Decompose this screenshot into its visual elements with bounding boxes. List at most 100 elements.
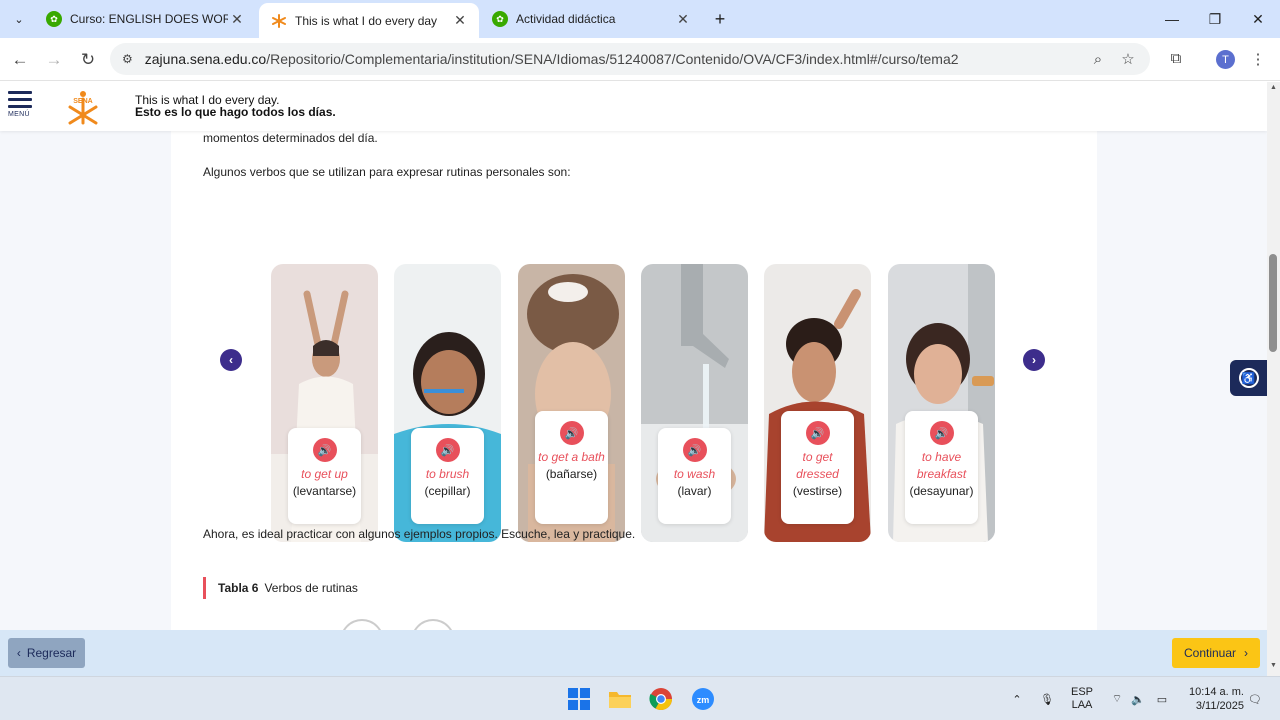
battery-icon[interactable]: ▭: [1152, 677, 1172, 720]
more-menu-icon[interactable]: ⋮: [1247, 48, 1269, 70]
verb-card-brush: 🔊 to brush (cepillar): [394, 264, 501, 542]
zoom-icon[interactable]: ⌕: [1087, 48, 1109, 70]
tab-title: Curso: ENGLISH DOES WORK -: [70, 12, 228, 26]
close-icon[interactable]: ✕: [228, 11, 246, 28]
verb-card-breakfast: 🔊 to have breakfast (desayunar): [888, 264, 995, 542]
back-label: Regresar: [26, 646, 77, 660]
verb-label: 🔊 to brush (cepillar): [411, 428, 484, 524]
sena-favicon-icon: ✿: [492, 11, 508, 27]
clock[interactable]: 10:14 a. m. 3/11/2025: [1180, 677, 1244, 720]
tray-chevron-up-icon[interactable]: ⌃: [1008, 677, 1026, 720]
continue-button[interactable]: Continuar ›: [1172, 638, 1260, 668]
address-bar[interactable]: ⚙ zajuna.sena.edu.co/Repositorio/Complem…: [110, 43, 1150, 75]
plus-icon: +: [714, 9, 726, 29]
table-label: Tabla 6: [218, 581, 259, 595]
speaker-icon[interactable]: 🔊: [929, 421, 954, 445]
scroll-up-icon[interactable]: ▲: [1267, 84, 1280, 96]
reload-icon: ↻: [80, 50, 96, 69]
reload-button[interactable]: ↻: [74, 46, 102, 74]
restore-button[interactable]: ❐: [1193, 0, 1237, 38]
forward-button[interactable]: →: [40, 46, 68, 74]
url-text[interactable]: zajuna.sena.edu.co/Repositorio/Complemen…: [145, 51, 959, 67]
new-tab-button[interactable]: +: [709, 8, 731, 30]
verb-english: to get up: [301, 467, 348, 481]
scrollbar-thumb[interactable]: [1269, 254, 1277, 352]
browser-toolbar: ← → ↻ ⚙ zajuna.sena.edu.co/Repositorio/C…: [0, 38, 1280, 81]
chrome-icon[interactable]: [648, 686, 674, 712]
tab-curso[interactable]: ✿ Curso: ENGLISH DOES WORK - ✕: [34, 0, 256, 38]
bookmark-star-icon[interactable]: ☆: [1117, 48, 1139, 70]
volume-icon[interactable]: 🔈: [1129, 677, 1147, 720]
sena-logo: SENA: [68, 91, 98, 125]
tab-actividad[interactable]: ✿ Actividad didáctica ✕: [480, 0, 702, 38]
verb-spanish: (levantarse): [292, 484, 357, 498]
verb-spanish: (bañarse): [545, 467, 598, 481]
verb-label: 🔊 to wash (lavar): [658, 428, 731, 524]
arrow-left-icon: ←: [11, 50, 29, 69]
page-scrollbar[interactable]: [1267, 82, 1280, 676]
verb-spanish: (cepillar): [424, 484, 471, 498]
arrow-right-icon: →: [45, 50, 63, 69]
restore-icon: ❐: [1208, 10, 1222, 27]
verb-spanish: (desayunar): [909, 484, 974, 498]
sena-logo-favicon-icon: [272, 13, 286, 28]
minimize-icon: —: [1165, 11, 1179, 27]
extensions-icon[interactable]: ⧉: [1165, 47, 1187, 69]
zoom-app-icon[interactable]: zm: [690, 686, 716, 712]
wifi-icon[interactable]: ⌔: [1108, 677, 1126, 720]
back-button[interactable]: ←: [6, 46, 34, 74]
verb-label: 🔊 to get up (levantarse): [288, 428, 361, 524]
menu-label: MENÚ: [8, 111, 30, 118]
hamburger-bar: [8, 105, 32, 108]
hamburger-icon: [8, 91, 32, 94]
verb-card-dressed: 🔊 to get dressed (vestirse): [764, 264, 871, 542]
windows-start-icon[interactable]: [566, 686, 592, 712]
carousel-next-button[interactable]: ›: [1023, 349, 1045, 371]
tab-title: This is what I do every day: [295, 13, 438, 28]
paragraph-practice: Ahora, es ideal practicar con algunos ej…: [203, 527, 636, 541]
clock-illustration: [411, 619, 455, 630]
speaker-icon[interactable]: 🔊: [312, 438, 337, 462]
menu-button[interactable]: MENÚ: [8, 91, 32, 118]
accessibility-icon: ♿: [1238, 368, 1259, 388]
clock-illustration: [340, 619, 384, 630]
accessibility-button[interactable]: ♿: [1230, 360, 1267, 396]
file-explorer-icon[interactable]: [607, 686, 633, 712]
verb-card-wash: 🔊 to wash (lavar): [641, 264, 748, 542]
page-viewport: MENÚ SENA This is what I do every day. E…: [0, 82, 1267, 630]
microphone-icon[interactable]: 🎙: [1036, 677, 1058, 720]
minimize-button[interactable]: —: [1150, 0, 1194, 38]
tab-this-is-what-i-do[interactable]: This is what I do every day ✕: [259, 3, 479, 38]
paragraph-top: momentos determinados del día.: [203, 131, 378, 145]
verb-card-bath: 🔊 to get a bath (bañarse): [518, 264, 625, 542]
verb-english: to get a bath: [538, 450, 605, 464]
header-subtitle: Esto es lo que hago todos los días.: [135, 105, 336, 119]
verb-spanish: (vestirse): [792, 484, 843, 498]
sena-favicon-icon: ✿: [46, 11, 62, 27]
back-course-button[interactable]: ‹ Regresar: [8, 638, 85, 668]
speaker-icon[interactable]: 🔊: [435, 438, 460, 462]
url-host: zajuna.sena.edu.co: [144, 51, 267, 67]
speaker-icon[interactable]: 🔊: [805, 421, 830, 445]
site-info-icon[interactable]: ⚙: [122, 52, 133, 66]
verb-english: to have breakfast: [916, 450, 967, 481]
verb-label: 🔊 to have breakfast (desayunar): [905, 411, 978, 524]
chevron-right-icon: ›: [1244, 646, 1249, 660]
verb-english: to brush: [425, 467, 470, 481]
profile-avatar[interactable]: T: [1216, 50, 1235, 69]
carousel-prev-button[interactable]: ‹: [220, 349, 242, 371]
notifications-icon[interactable]: 🗨: [1246, 677, 1264, 720]
tab-search-button[interactable]: ⌄: [6, 7, 32, 31]
close-icon[interactable]: ✕: [451, 12, 469, 29]
hamburger-bar: [8, 98, 32, 101]
close-icon[interactable]: ✕: [674, 11, 692, 28]
continue-label: Continuar: [1183, 646, 1237, 660]
speaker-icon[interactable]: 🔊: [682, 438, 707, 462]
chevron-right-icon: ›: [1032, 353, 1036, 367]
window-close-button[interactable]: ✕: [1236, 0, 1280, 38]
windows-taskbar: zm ⌃ 🎙 ESP LAA ⌔ 🔈 ▭ 10:14 a. m. 3/11/20…: [0, 676, 1280, 720]
input-language[interactable]: ESP LAA: [1066, 677, 1098, 720]
speaker-icon[interactable]: 🔊: [559, 421, 584, 445]
verb-card-get-up: 🔊 to get up (levantarse): [271, 264, 378, 542]
scroll-down-icon[interactable]: ▼: [1267, 662, 1280, 674]
